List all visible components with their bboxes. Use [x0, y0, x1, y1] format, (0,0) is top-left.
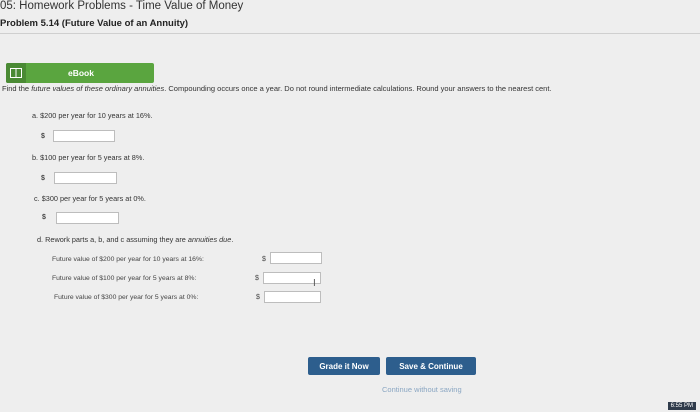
question-d-tail: .: [231, 235, 234, 244]
taskbar-clock: 6:55 PM: [667, 402, 696, 410]
answer-d1-input[interactable]: [270, 252, 322, 264]
problem-title: Problem 5.14 (Future Value of an Annuity…: [0, 18, 189, 29]
question-a: a. $200 per year for 10 years at 16%.: [32, 111, 153, 120]
fv-label-3: Future value of $300 per year for 5 year…: [54, 294, 199, 301]
question-d-lead: d. Rework parts a, b, and c assuming the…: [37, 235, 186, 244]
answer-b-input[interactable]: [54, 172, 117, 184]
question-d: d. Rework parts a, b, and c assuming the…: [37, 235, 233, 244]
question-b: b. $100 per year for 5 years at 8%.: [32, 153, 145, 162]
book-icon: [6, 63, 26, 83]
currency-d3: $: [256, 294, 260, 301]
ebook-bar[interactable]: eBook: [6, 63, 154, 83]
text-cursor-icon: I: [313, 278, 316, 289]
instructions-rest: . Compounding occurs once a year. Do not…: [164, 84, 552, 93]
answer-d3-input[interactable]: [264, 291, 321, 303]
currency-d2: $: [255, 275, 259, 282]
instructions: Find the future values of these ordinary…: [2, 84, 552, 93]
page-header-title: 05: Homework Problems - Time Value of Mo…: [0, 0, 244, 12]
currency-d1: $: [262, 256, 266, 263]
instructions-lead: Find the: [2, 84, 30, 93]
continue-without-saving-link[interactable]: Continue without saving: [382, 385, 462, 394]
question-c: c. $300 per year for 5 years at 0%.: [34, 194, 146, 203]
header-divider: [0, 33, 700, 34]
save-and-continue-button[interactable]: Save & Continue: [386, 357, 476, 375]
question-d-italic: annuities due: [187, 235, 232, 244]
answer-c-input[interactable]: [56, 212, 119, 224]
fv-label-2: Future value of $100 per year for 5 year…: [52, 275, 197, 282]
ebook-label: eBook: [68, 68, 94, 78]
fv-label-1: Future value of $200 per year for 10 yea…: [52, 256, 204, 263]
currency-b: $: [41, 175, 45, 182]
answer-a-input[interactable]: [53, 130, 115, 142]
currency-a: $: [41, 133, 45, 140]
grade-it-now-button[interactable]: Grade it Now: [308, 357, 380, 375]
currency-c: $: [42, 214, 46, 221]
instructions-italic: future values of these ordinary annuitie…: [31, 84, 165, 93]
